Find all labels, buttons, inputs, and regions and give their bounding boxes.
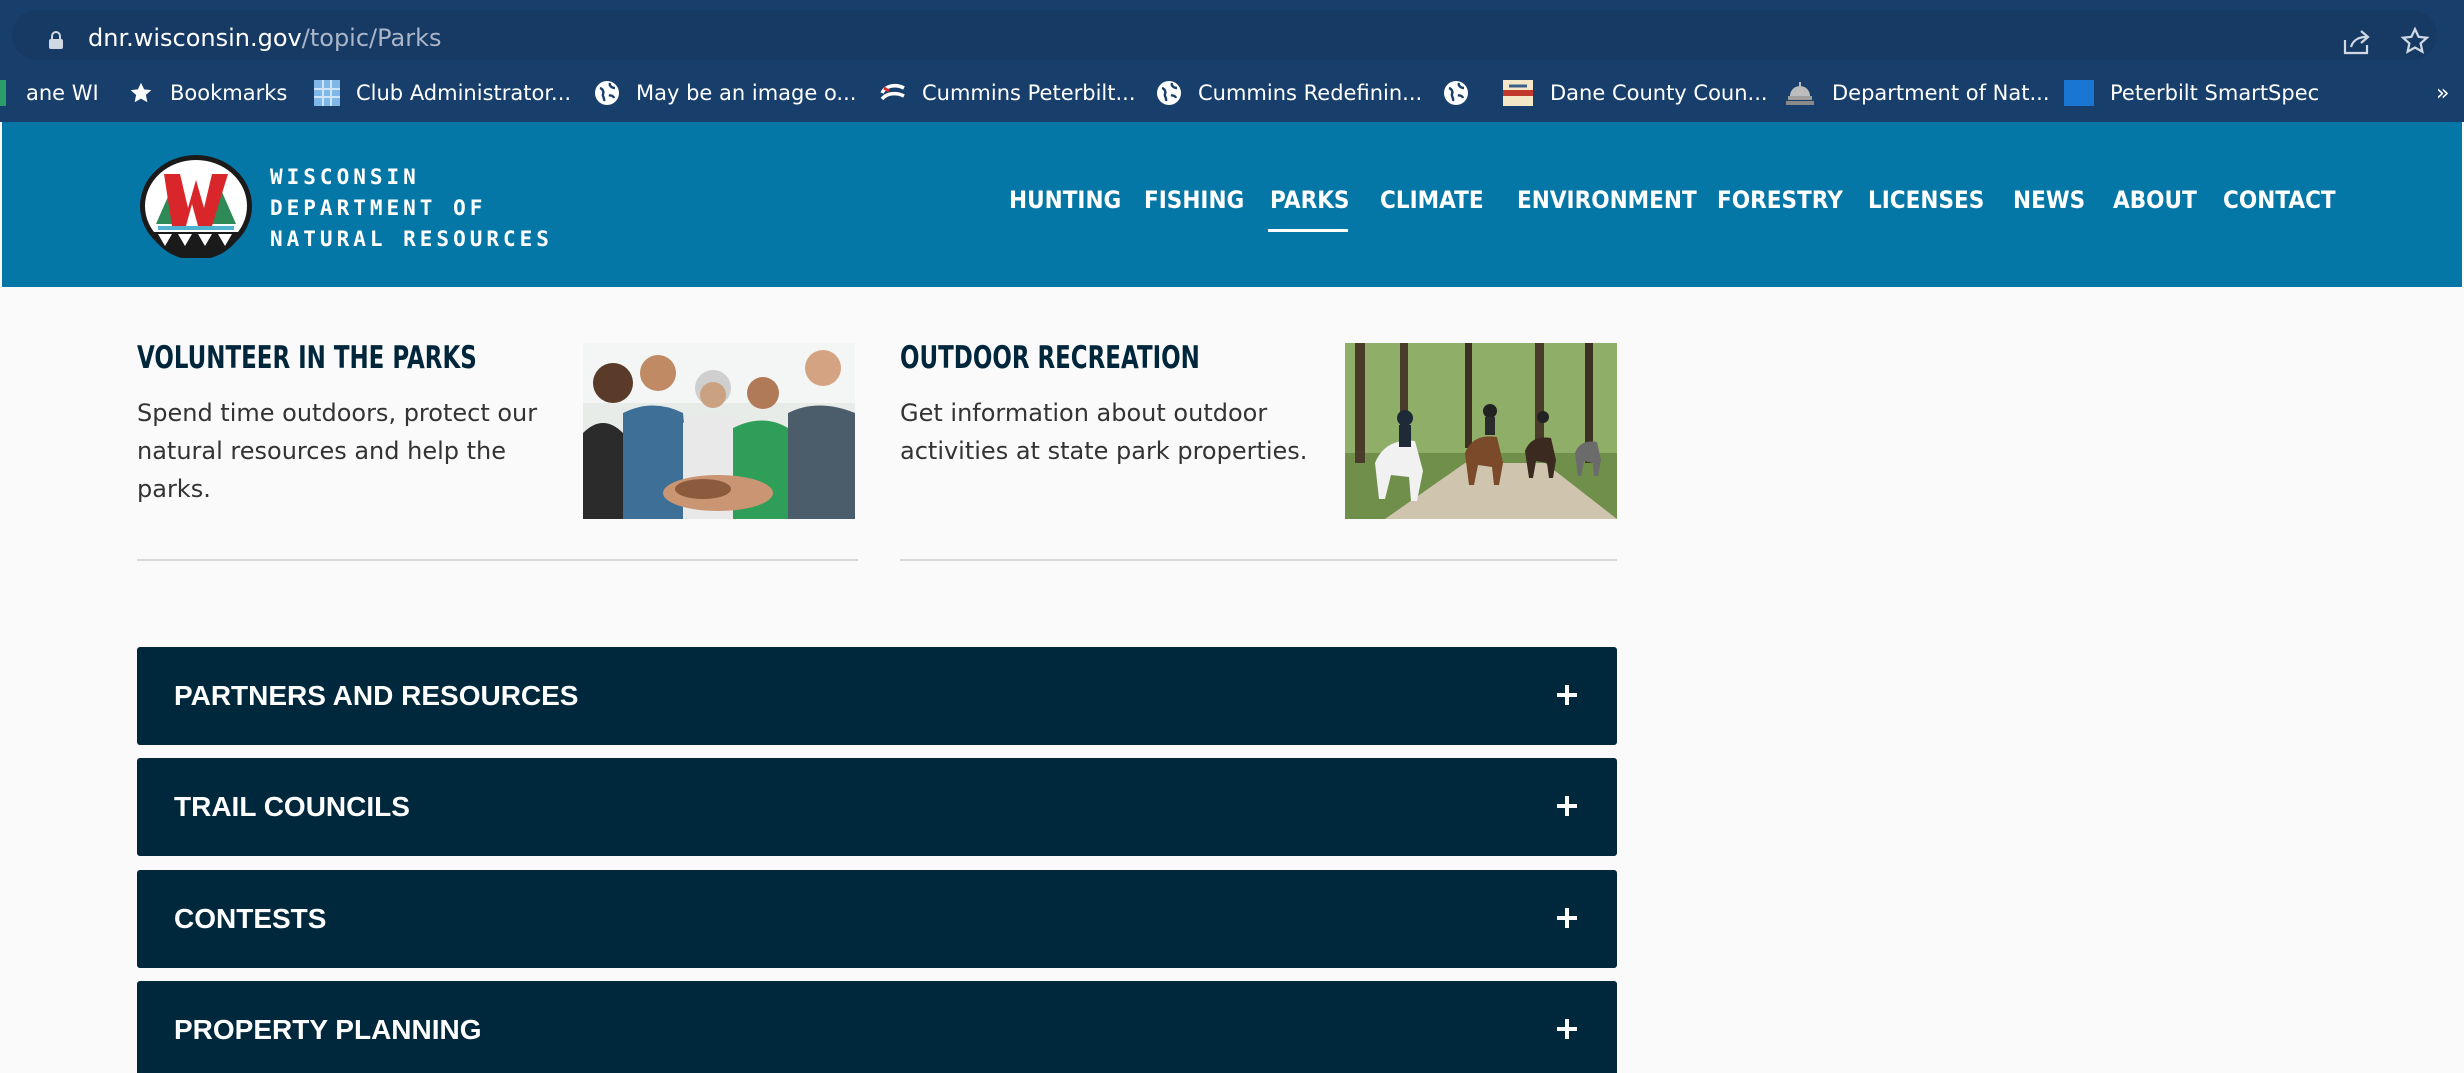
bookmark-favicon bbox=[0, 80, 6, 106]
share-icon[interactable] bbox=[2342, 28, 2372, 56]
bookmark-label: ane WI bbox=[26, 81, 99, 105]
plus-icon bbox=[1557, 1019, 1577, 1039]
globe-icon bbox=[1157, 81, 1181, 105]
accordion-label: CONTESTS bbox=[174, 903, 327, 934]
card-divider bbox=[900, 559, 1617, 561]
bookmark-item[interactable]: May be an image o... bbox=[594, 76, 856, 110]
accordion-label: PARTNERS AND RESOURCES bbox=[174, 680, 579, 711]
bookmark-label: Cummins Peterbilt... bbox=[922, 81, 1136, 105]
card-title-outdoor-recreation[interactable]: OUTDOOR RECREATION bbox=[900, 340, 1200, 376]
accordion-property-planning[interactable]: PROPERTY PLANNING bbox=[137, 981, 1617, 1073]
dane-county-favicon bbox=[1503, 80, 1533, 106]
overflow-chevron-icon: » bbox=[2436, 80, 2450, 106]
bookmark-item[interactable]: Club Administrator... bbox=[314, 76, 571, 110]
nav-fishing[interactable]: FISHING bbox=[1144, 186, 1244, 214]
accordion-partners-and-resources[interactable]: PARTNERS AND RESOURCES bbox=[137, 647, 1617, 745]
nav-climate[interactable]: CLIMATE bbox=[1380, 186, 1484, 214]
nav-environment[interactable]: ENVIRONMENT bbox=[1517, 186, 1697, 214]
bookmark-item[interactable]: Department of Nat... bbox=[1784, 76, 2050, 110]
bookmark-label: Dane County Coun... bbox=[1550, 81, 1768, 105]
card-divider bbox=[137, 559, 858, 561]
bookmark-label: Bookmarks bbox=[170, 81, 288, 105]
plus-icon bbox=[1557, 796, 1577, 816]
site-header: WISCONSIN DEPARTMENT OF NATURAL RESOURCE… bbox=[2, 122, 2462, 287]
capitol-favicon bbox=[1786, 82, 1814, 105]
dnr-logo[interactable] bbox=[138, 154, 254, 258]
bookmark-label: Club Administrator... bbox=[356, 81, 572, 105]
group-hands-together-photo[interactable] bbox=[583, 343, 855, 519]
lock-icon bbox=[49, 31, 63, 49]
active-nav-indicator bbox=[1268, 229, 1348, 232]
logo-line: DEPARTMENT OF bbox=[270, 196, 487, 220]
globe-icon bbox=[595, 81, 619, 105]
bookmark-item[interactable]: Cummins Peterbilt... bbox=[880, 76, 1136, 110]
bookmark-label: Department of Nat... bbox=[1832, 81, 2050, 105]
nav-about[interactable]: ABOUT bbox=[2113, 186, 2197, 214]
grid-favicon bbox=[314, 80, 340, 106]
nav-hunting[interactable]: HUNTING bbox=[1009, 186, 1121, 214]
card-text-outdoor-recreation: Get information about outdoor activities… bbox=[900, 399, 1308, 465]
logo-line: WISCONSIN bbox=[270, 165, 420, 189]
plus-icon bbox=[1557, 908, 1577, 928]
cummins-favicon bbox=[880, 83, 905, 101]
card-title-volunteer[interactable]: VOLUNTEER IN THE PARKS bbox=[137, 340, 477, 376]
nav-forestry[interactable]: FORESTRY bbox=[1717, 186, 1843, 214]
bookmark-item[interactable]: Peterbilt SmartSpec bbox=[2064, 76, 2319, 110]
nav-parks[interactable]: PARKS bbox=[1270, 186, 1349, 214]
peterbilt-favicon bbox=[2064, 80, 2094, 106]
bookmark-star-icon[interactable] bbox=[2400, 26, 2430, 56]
dnr-logo-text[interactable]: WISCONSIN DEPARTMENT OF NATURAL RESOURCE… bbox=[270, 162, 553, 255]
bookmark-item[interactable] bbox=[1443, 76, 1485, 110]
accordion-trail-councils[interactable]: TRAIL COUNCILS bbox=[137, 758, 1617, 856]
nav-news[interactable]: NEWS bbox=[2013, 186, 2085, 214]
bookmark-label: Peterbilt SmartSpec bbox=[2110, 81, 2320, 105]
nav-contact[interactable]: CONTACT bbox=[2223, 186, 2336, 214]
nav-licenses[interactable]: LICENSES bbox=[1868, 186, 1984, 214]
plus-icon bbox=[1557, 685, 1577, 705]
bookmark-item[interactable]: ane WI bbox=[0, 76, 99, 110]
browser-toolbar: dnr.wisconsin.gov/topic/Parks bbox=[0, 0, 2464, 66]
accordion-contests[interactable]: CONTESTS bbox=[137, 870, 1617, 968]
accordion-label: TRAIL COUNCILS bbox=[174, 791, 410, 822]
star-icon bbox=[130, 82, 152, 103]
bookmark-item[interactable]: Dane County Coun... bbox=[1502, 76, 1768, 110]
logo-line: NATURAL RESOURCES bbox=[270, 227, 553, 251]
bookmark-item[interactable]: Bookmarks bbox=[128, 76, 287, 110]
address-bar[interactable]: dnr.wisconsin.gov/topic/Parks bbox=[12, 10, 2437, 60]
url-domain: dnr.wisconsin.gov bbox=[88, 24, 302, 52]
accordion-label: PROPERTY PLANNING bbox=[174, 1014, 482, 1045]
horseback-riders-trail-photo[interactable] bbox=[1345, 343, 1617, 519]
globe-icon bbox=[1444, 81, 1468, 105]
bookmark-label: May be an image o... bbox=[636, 81, 857, 105]
url-path: /topic/Parks bbox=[301, 24, 442, 52]
bookmarks-overflow-button[interactable]: » bbox=[2436, 76, 2449, 110]
bookmarks-bar: ane WI Bookmarks Club Administrator... M… bbox=[0, 66, 2464, 122]
card-text-volunteer: Spend time outdoors, protect our natural… bbox=[137, 399, 538, 503]
bookmark-label: Cummins Redefinin... bbox=[1198, 81, 1423, 105]
bookmark-item[interactable]: Cummins Redefinin... bbox=[1156, 76, 1422, 110]
url-text[interactable]: dnr.wisconsin.gov/topic/Parks bbox=[88, 24, 442, 52]
